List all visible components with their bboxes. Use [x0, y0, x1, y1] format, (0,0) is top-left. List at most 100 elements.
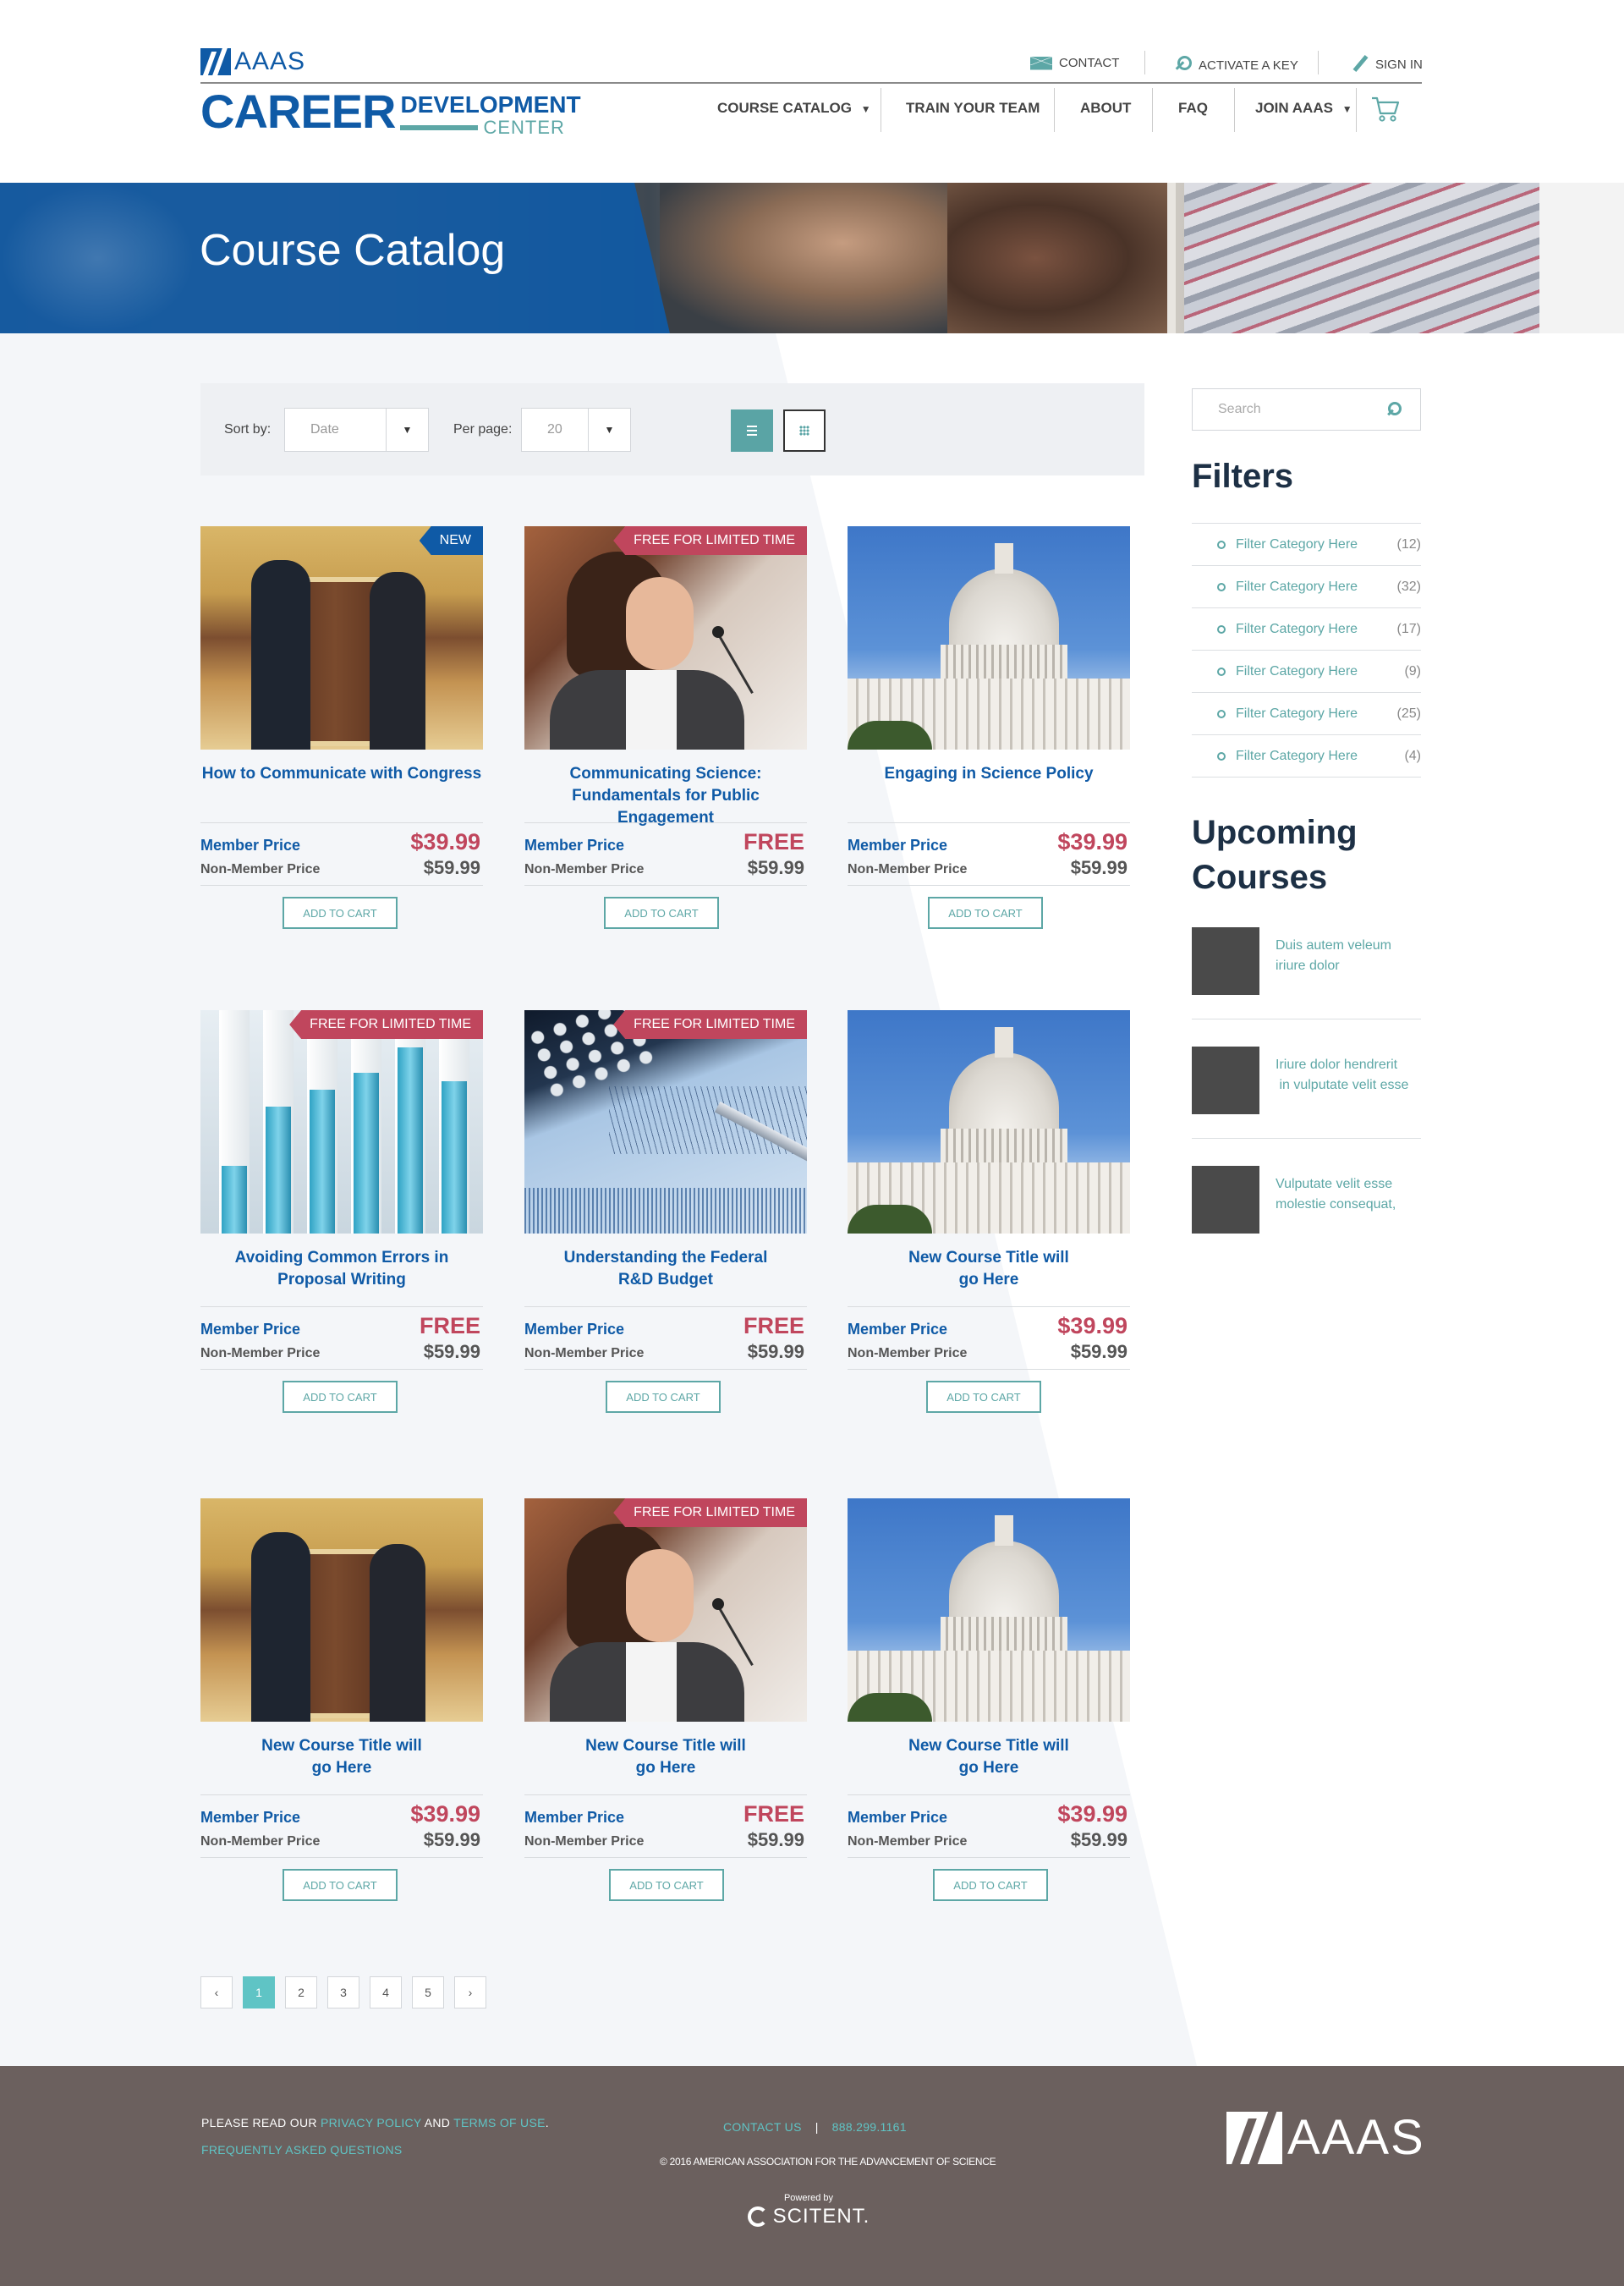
product-image[interactable]: FREE FOR LIMITED TIME: [524, 1498, 807, 1722]
product-title[interactable]: New Course Title will go Here: [848, 1735, 1130, 1779]
product-card[interactable]: New Course Title will go Here Member Price…: [848, 1498, 1130, 1904]
list-view-button[interactable]: [731, 409, 773, 452]
career-development-center-logo[interactable]: CAREER DEVELOPMENT CENTER: [200, 88, 581, 137]
product-card[interactable]: NEW How to Communicate with Congress Membe…: [200, 526, 483, 932]
radio-circle-icon[interactable]: [1217, 540, 1226, 549]
product-card[interactable]: FREE FOR LIMITED TIME Understanding the F…: [524, 1010, 807, 1416]
pagination-page-3[interactable]: 3: [327, 1976, 359, 2008]
non-member-price-label: Non-Member Price: [524, 1346, 645, 1360]
filter-label[interactable]: Filter Category Here: [1236, 580, 1397, 595]
product-image[interactable]: FREE FOR LIMITED TIME: [524, 1010, 807, 1234]
pagination-page-2[interactable]: 2: [285, 1976, 317, 2008]
filter-label[interactable]: Filter Category Here: [1236, 537, 1397, 552]
product-image[interactable]: [848, 1010, 1130, 1234]
filter-item[interactable]: Filter Category Here (32): [1192, 565, 1421, 607]
product-title[interactable]: How to Communicate with Congress: [200, 763, 483, 785]
add-to-cart-button[interactable]: ADD TO CART: [926, 1381, 1041, 1413]
pagination-page-4[interactable]: 4: [370, 1976, 402, 2008]
add-to-cart-button[interactable]: ADD TO CART: [606, 1381, 721, 1413]
product-title[interactable]: Understanding the Federal R&D Budget: [524, 1247, 807, 1291]
nav-about[interactable]: ABOUT: [1080, 100, 1131, 117]
nav-train-your-team[interactable]: TRAIN YOUR TEAM: [906, 100, 1040, 117]
upcoming-course-link[interactable]: Iriure dolor hendrerit in vulputate veli…: [1276, 1055, 1428, 1096]
add-to-cart-button[interactable]: ADD TO CART: [283, 1869, 398, 1901]
grid-view-button[interactable]: [783, 409, 826, 452]
add-to-cart-button[interactable]: ADD TO CART: [283, 897, 398, 929]
scitent-logo[interactable]: Powered by SCITENT.: [746, 2193, 871, 2228]
add-to-cart-button[interactable]: ADD TO CART: [928, 897, 1043, 929]
contact-us-link[interactable]: CONTACT US: [723, 2120, 802, 2134]
pagination-page-1[interactable]: 1: [243, 1976, 275, 2008]
privacy-policy-link[interactable]: PRIVACY POLICY: [321, 2116, 421, 2129]
radio-circle-icon[interactable]: [1217, 582, 1226, 591]
aaas-logo[interactable]: AAAS: [200, 47, 305, 76]
caret-down-icon[interactable]: ▼: [386, 409, 428, 451]
product-image[interactable]: FREE FOR LIMITED TIME: [524, 526, 807, 750]
search-icon[interactable]: [1386, 402, 1402, 417]
filter-item[interactable]: Filter Category Here (9): [1192, 650, 1421, 692]
pagination-page-5[interactable]: 5: [412, 1976, 444, 2008]
product-card[interactable]: New Course Title will go Here Member Price…: [848, 1010, 1130, 1416]
upcoming-course-thumbnail[interactable]: [1192, 1047, 1259, 1114]
caret-down-icon[interactable]: ▼: [588, 409, 630, 451]
pagination-next-button[interactable]: ›: [454, 1976, 486, 2008]
filter-item[interactable]: Filter Category Here (17): [1192, 607, 1421, 650]
filter-item[interactable]: Filter Category Here (25): [1192, 692, 1421, 734]
product-image[interactable]: [848, 1498, 1130, 1722]
product-title[interactable]: Communicating Science: Fundamentals for P…: [524, 763, 807, 829]
contact-link[interactable]: CONTACT: [1030, 56, 1119, 70]
product-card[interactable]: FREE FOR LIMITED TIME New Course Title wi…: [524, 1498, 807, 1904]
per-page-select[interactable]: 20 ▼: [521, 408, 631, 452]
product-image[interactable]: [848, 526, 1130, 750]
product-image[interactable]: [200, 1498, 483, 1722]
radio-circle-icon[interactable]: [1217, 709, 1226, 718]
upcoming-course-link[interactable]: Duis autem veleum iriure dolor: [1276, 936, 1428, 976]
nav-course-catalog[interactable]: COURSE CATALOG ▼: [717, 100, 871, 117]
product-card[interactable]: Engaging in Science Policy Member Price $3…: [848, 526, 1130, 932]
radio-circle-icon[interactable]: [1217, 667, 1226, 676]
faq-link[interactable]: FREQUENTLY ASKED QUESTIONS: [201, 2143, 403, 2157]
radio-circle-icon[interactable]: [1217, 624, 1226, 634]
add-to-cart-button[interactable]: ADD TO CART: [283, 1381, 398, 1413]
product-image[interactable]: NEW: [200, 526, 483, 750]
aaas-logo-mark-icon: [200, 48, 231, 75]
add-to-cart-button[interactable]: ADD TO CART: [604, 897, 719, 929]
sign-in-link[interactable]: SIGN IN: [1352, 56, 1423, 73]
product-title[interactable]: Avoiding Common Errors in Proposal Writin…: [200, 1247, 483, 1291]
filter-label[interactable]: Filter Category Here: [1236, 622, 1397, 637]
add-to-cart-button[interactable]: ADD TO CART: [933, 1869, 1048, 1901]
activate-key-link[interactable]: ACTIVATE A KEY: [1173, 56, 1298, 74]
nav-course-catalog-label: COURSE CATALOG: [717, 100, 852, 116]
footer-aaas-logo[interactable]: AAAS: [1226, 2109, 1425, 2166]
product-title-line-2: Proposal Writing: [277, 1271, 406, 1289]
search-box[interactable]: Search: [1192, 388, 1421, 431]
filter-label[interactable]: Filter Category Here: [1236, 664, 1404, 679]
pagination-prev-button[interactable]: ‹: [200, 1976, 233, 2008]
nav-join-aaas[interactable]: JOIN AAAS ▼: [1255, 100, 1352, 117]
filter-item[interactable]: Filter Category Here (4): [1192, 734, 1421, 777]
upcoming-course-link[interactable]: Vulputate velit esse molestie consequat,: [1276, 1174, 1428, 1215]
nav-faq[interactable]: FAQ: [1178, 100, 1208, 117]
product-title[interactable]: New Course Title will go Here: [848, 1247, 1130, 1291]
radio-circle-icon[interactable]: [1217, 751, 1226, 761]
product-title[interactable]: Engaging in Science Policy: [848, 763, 1130, 785]
product-card[interactable]: FREE FOR LIMITED TIME Avoiding Common Err…: [200, 1010, 483, 1416]
upcoming-course-thumbnail[interactable]: [1192, 927, 1259, 995]
product-card[interactable]: New Course Title will go Here Member Price…: [200, 1498, 483, 1904]
shopping-cart-icon[interactable]: [1371, 96, 1400, 123]
filter-label[interactable]: Filter Category Here: [1236, 706, 1397, 722]
filter-label[interactable]: Filter Category Here: [1236, 749, 1404, 764]
add-to-cart-button[interactable]: ADD TO CART: [609, 1869, 724, 1901]
product-title[interactable]: New Course Title will go Here: [524, 1735, 807, 1779]
search-input[interactable]: Search: [1193, 402, 1386, 417]
product-image[interactable]: FREE FOR LIMITED TIME: [200, 1010, 483, 1234]
non-member-price-label: Non-Member Price: [524, 1834, 645, 1849]
sort-select[interactable]: Date ▼: [284, 408, 429, 452]
footer-logo-text: AAAS: [1287, 2110, 1425, 2165]
product-title[interactable]: New Course Title will go Here: [200, 1735, 483, 1779]
filter-item[interactable]: Filter Category Here (12): [1192, 523, 1421, 565]
terms-of-use-link[interactable]: TERMS OF USE: [453, 2116, 546, 2129]
phone-number[interactable]: 888.299.1161: [832, 2120, 907, 2134]
product-card[interactable]: FREE FOR LIMITED TIME Communicating Scien…: [524, 526, 807, 932]
upcoming-course-thumbnail[interactable]: [1192, 1166, 1259, 1234]
